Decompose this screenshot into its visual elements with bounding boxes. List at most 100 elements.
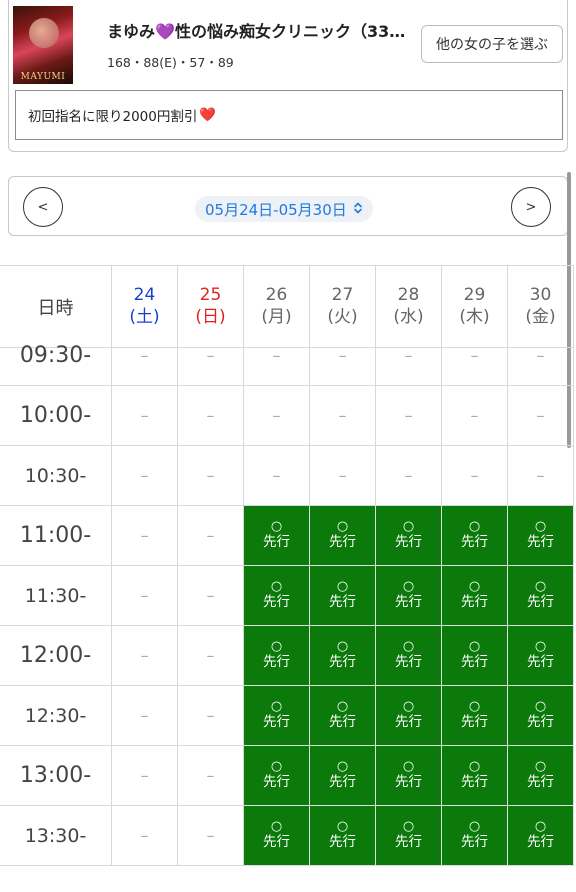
available-slot[interactable]: ○ 先行 xyxy=(310,806,376,866)
circle-mark-icon: ○ xyxy=(534,699,547,715)
day-date: 24 xyxy=(133,285,156,306)
available-slot[interactable]: ○ 先行 xyxy=(508,506,574,566)
unavailable-slot: – xyxy=(112,746,178,806)
time-slot-label: 11:00- xyxy=(0,506,112,566)
day-date: 30 xyxy=(529,285,552,306)
circle-mark-icon: ○ xyxy=(270,639,283,655)
available-slot[interactable]: ○ 先行 xyxy=(508,626,574,686)
date-range-selector[interactable]: 05月24日-05月30日 xyxy=(195,196,373,222)
available-slot[interactable]: ○ 先行 xyxy=(442,506,508,566)
available-slot[interactable]: ○ 先行 xyxy=(442,566,508,626)
available-slot[interactable]: ○ 先行 xyxy=(310,506,376,566)
unavailable-slot: – xyxy=(178,566,244,626)
unavailable-slot: – xyxy=(178,386,244,446)
unavailable-slot: – xyxy=(112,566,178,626)
available-slot[interactable]: ○ 先行 xyxy=(310,566,376,626)
photo-caption: MAYUMI xyxy=(20,72,66,82)
prev-week-button[interactable]: < xyxy=(23,187,63,227)
circle-mark-icon: ○ xyxy=(402,819,415,835)
available-slot[interactable]: ○ 先行 xyxy=(244,686,310,746)
unavailable-slot: – xyxy=(508,446,574,506)
unavailable-slot: – xyxy=(112,686,178,746)
available-slot[interactable]: ○ 先行 xyxy=(310,746,376,806)
available-slot[interactable]: ○ 先行 xyxy=(376,686,442,746)
available-slot[interactable]: ○ 先行 xyxy=(244,506,310,566)
unavailable-slot: – xyxy=(112,626,178,686)
circle-mark-icon: ○ xyxy=(468,759,481,775)
available-slot[interactable]: ○ 先行 xyxy=(376,626,442,686)
circle-mark-icon: ○ xyxy=(336,639,349,655)
available-slot[interactable]: ○ 先行 xyxy=(442,626,508,686)
slot-label: 先行 xyxy=(527,534,554,551)
available-slot[interactable]: ○ 先行 xyxy=(508,806,574,866)
available-slot[interactable]: ○ 先行 xyxy=(442,806,508,866)
unavailable-slot: – xyxy=(244,386,310,446)
available-slot[interactable]: ○ 先行 xyxy=(508,686,574,746)
available-slot[interactable]: ○ 先行 xyxy=(310,626,376,686)
available-slot[interactable]: ○ 先行 xyxy=(244,806,310,866)
time-slot-label: 13:00- xyxy=(0,746,112,806)
unavailable-slot: – xyxy=(508,386,574,446)
slot-label: 先行 xyxy=(461,714,488,731)
day-weekday: (土) xyxy=(129,306,160,327)
available-slot[interactable]: ○ 先行 xyxy=(244,626,310,686)
day-weekday: (金) xyxy=(525,306,556,327)
slot-label: 先行 xyxy=(461,594,488,611)
slot-label: 先行 xyxy=(329,534,356,551)
slot-label: 先行 xyxy=(527,654,554,671)
name-prefix: まゆみ xyxy=(107,22,156,41)
unavailable-slot: – xyxy=(442,446,508,506)
slot-label: 先行 xyxy=(329,714,356,731)
unavailable-slot: – xyxy=(112,446,178,506)
slot-label: 先行 xyxy=(329,834,356,851)
unavailable-slot: – xyxy=(178,626,244,686)
slot-label: 先行 xyxy=(461,654,488,671)
slot-label: 先行 xyxy=(527,834,554,851)
circle-mark-icon: ○ xyxy=(270,579,283,595)
profile-name: まゆみ💜性の悩み痴女クリニック（33… xyxy=(107,18,413,42)
photo-figure xyxy=(29,18,59,48)
unavailable-slot: – xyxy=(112,806,178,866)
slot-label: 先行 xyxy=(395,594,422,611)
available-slot[interactable]: ○ 先行 xyxy=(310,686,376,746)
available-slot[interactable]: ○ 先行 xyxy=(376,806,442,866)
time-slot-label: 10:30- xyxy=(0,446,112,506)
available-slot[interactable]: ○ 先行 xyxy=(442,746,508,806)
day-weekday: (日) xyxy=(195,306,226,327)
unavailable-slot: – xyxy=(244,446,310,506)
purple-heart-icon: 💜 xyxy=(155,22,175,41)
time-slot-label: 12:30- xyxy=(0,686,112,746)
red-heart-icon: ❤️ xyxy=(199,107,217,123)
available-slot[interactable]: ○ 先行 xyxy=(376,506,442,566)
available-slot[interactable]: ○ 先行 xyxy=(508,746,574,806)
other-girls-button[interactable]: 他の女の子を選ぶ xyxy=(421,25,563,63)
next-week-button[interactable]: > xyxy=(511,187,551,227)
available-slot[interactable]: ○ 先行 xyxy=(376,566,442,626)
circle-mark-icon: ○ xyxy=(270,819,283,835)
time-slot-label: 13:30- xyxy=(0,806,112,866)
available-slot[interactable]: ○ 先行 xyxy=(376,746,442,806)
day-date: 28 xyxy=(397,285,420,306)
available-slot[interactable]: ○ 先行 xyxy=(442,686,508,746)
chevron-right-icon: > xyxy=(525,199,537,215)
slot-label: 先行 xyxy=(263,834,290,851)
available-slot[interactable]: ○ 先行 xyxy=(508,566,574,626)
circle-mark-icon: ○ xyxy=(402,519,415,535)
circle-mark-icon: ○ xyxy=(270,759,283,775)
circle-mark-icon: ○ xyxy=(402,699,415,715)
available-slot[interactable]: ○ 先行 xyxy=(244,566,310,626)
time-slot-label: 11:30- xyxy=(0,566,112,626)
profile-photo[interactable]: MAYUMI xyxy=(13,6,73,84)
circle-mark-icon: ○ xyxy=(468,519,481,535)
circle-mark-icon: ○ xyxy=(534,579,547,595)
slot-label: 先行 xyxy=(461,534,488,551)
day-weekday: (水) xyxy=(393,306,424,327)
date-range-label: 05月24日-05月30日 xyxy=(205,200,347,219)
day-date: 29 xyxy=(463,285,486,306)
unavailable-slot: – xyxy=(310,326,376,386)
day-weekday: (木) xyxy=(459,306,490,327)
slot-label: 先行 xyxy=(461,834,488,851)
slot-label: 先行 xyxy=(263,774,290,791)
available-slot[interactable]: ○ 先行 xyxy=(244,746,310,806)
circle-mark-icon: ○ xyxy=(336,759,349,775)
